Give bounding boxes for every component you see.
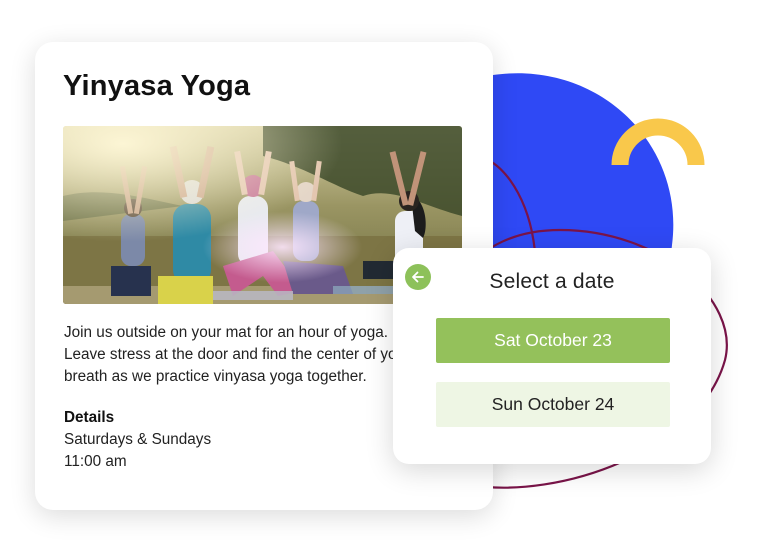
date-option-sat-oct-23[interactable]: Sat October 23	[436, 318, 670, 363]
details-days: Saturdays & Sundays	[64, 431, 212, 448]
details-heading: Details	[64, 409, 115, 426]
details-info: Saturdays & Sundays 11:00 am	[64, 429, 211, 473]
date-picker-heading: Select a date	[489, 270, 615, 293]
event-title: Yinyasa Yoga	[63, 70, 251, 102]
date-picker-card: Select a date Sat October 23 Sun October…	[393, 248, 711, 464]
date-option-sun-oct-24[interactable]: Sun October 24	[436, 382, 670, 427]
details-time: 11:00 am	[64, 453, 127, 470]
